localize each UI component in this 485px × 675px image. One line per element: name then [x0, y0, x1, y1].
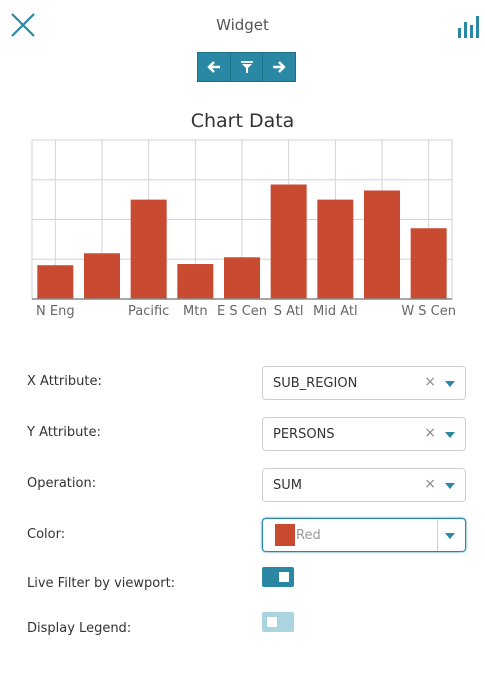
x-tick-label: E S Cen [217, 304, 267, 319]
filter-icon [240, 61, 253, 73]
x-tick-label: Mid Atl [313, 304, 358, 319]
toggle-knob [267, 617, 277, 627]
toggle-knob [279, 572, 289, 582]
color-swatch [275, 524, 295, 546]
x-attribute-label: X Attribute: [27, 374, 102, 389]
display-legend-toggle[interactable] [262, 612, 294, 632]
navigation-toolbar [197, 52, 296, 82]
bar-chart-icon [458, 16, 479, 38]
previous-button[interactable] [198, 53, 231, 81]
chevron-down-icon[interactable] [445, 381, 455, 387]
chevron-down-icon[interactable] [445, 533, 455, 539]
operation-label: Operation: [27, 476, 97, 491]
operation-select[interactable]: SUM × [262, 468, 466, 502]
chart-bar [84, 253, 120, 299]
chart-bar [37, 265, 74, 299]
chevron-down-icon[interactable] [445, 432, 455, 438]
x-attribute-select[interactable]: SUB_REGION × [262, 366, 466, 400]
operation-value: SUM [273, 478, 302, 493]
display-legend-label: Display Legend: [27, 621, 132, 636]
x-tick-label: Pacific [128, 304, 169, 319]
chart-bar [317, 199, 354, 299]
color-label: Color: [27, 527, 66, 542]
operation-clear-button[interactable]: × [424, 476, 436, 492]
chart-bar [364, 190, 400, 299]
y-attribute-clear-button[interactable]: × [424, 425, 436, 441]
chart-type-button[interactable] [456, 14, 484, 38]
x-tick-label: S Atl [274, 304, 304, 319]
color-placeholder: Red [296, 528, 321, 543]
x-attribute-value: SUB_REGION [273, 376, 358, 391]
y-attribute-label: Y Attribute: [27, 425, 101, 440]
y-attribute-value: PERSONS [273, 427, 335, 442]
filter-button[interactable] [230, 53, 264, 81]
chart-title: Chart Data [190, 110, 295, 132]
arrow-left-icon [207, 61, 220, 73]
live-filter-toggle[interactable] [262, 567, 294, 587]
chart-bar [410, 228, 447, 299]
y-attribute-select[interactable]: PERSONS × [262, 417, 466, 451]
chart-bar [224, 257, 260, 299]
x-tick-label: Mtn [183, 304, 208, 319]
chart-bar [270, 184, 307, 299]
x-attribute-clear-button[interactable]: × [424, 374, 436, 390]
live-filter-label: Live Filter by viewport: [27, 576, 176, 591]
next-button[interactable] [263, 53, 296, 81]
x-tick-label: W S Cen [401, 304, 456, 319]
select-divider [437, 519, 438, 551]
chart-bar [130, 199, 167, 299]
arrow-right-icon [273, 61, 286, 73]
page-title: Widget [216, 16, 269, 34]
x-tick-label: N Eng [36, 304, 75, 319]
color-select[interactable]: Red [262, 518, 466, 552]
chevron-down-icon[interactable] [445, 483, 455, 489]
bar-chart: N Eng Pacific Mtn E S Cen S Atl Mid Atl W S Ce… [31, 139, 456, 319]
chart-bar [177, 264, 214, 299]
